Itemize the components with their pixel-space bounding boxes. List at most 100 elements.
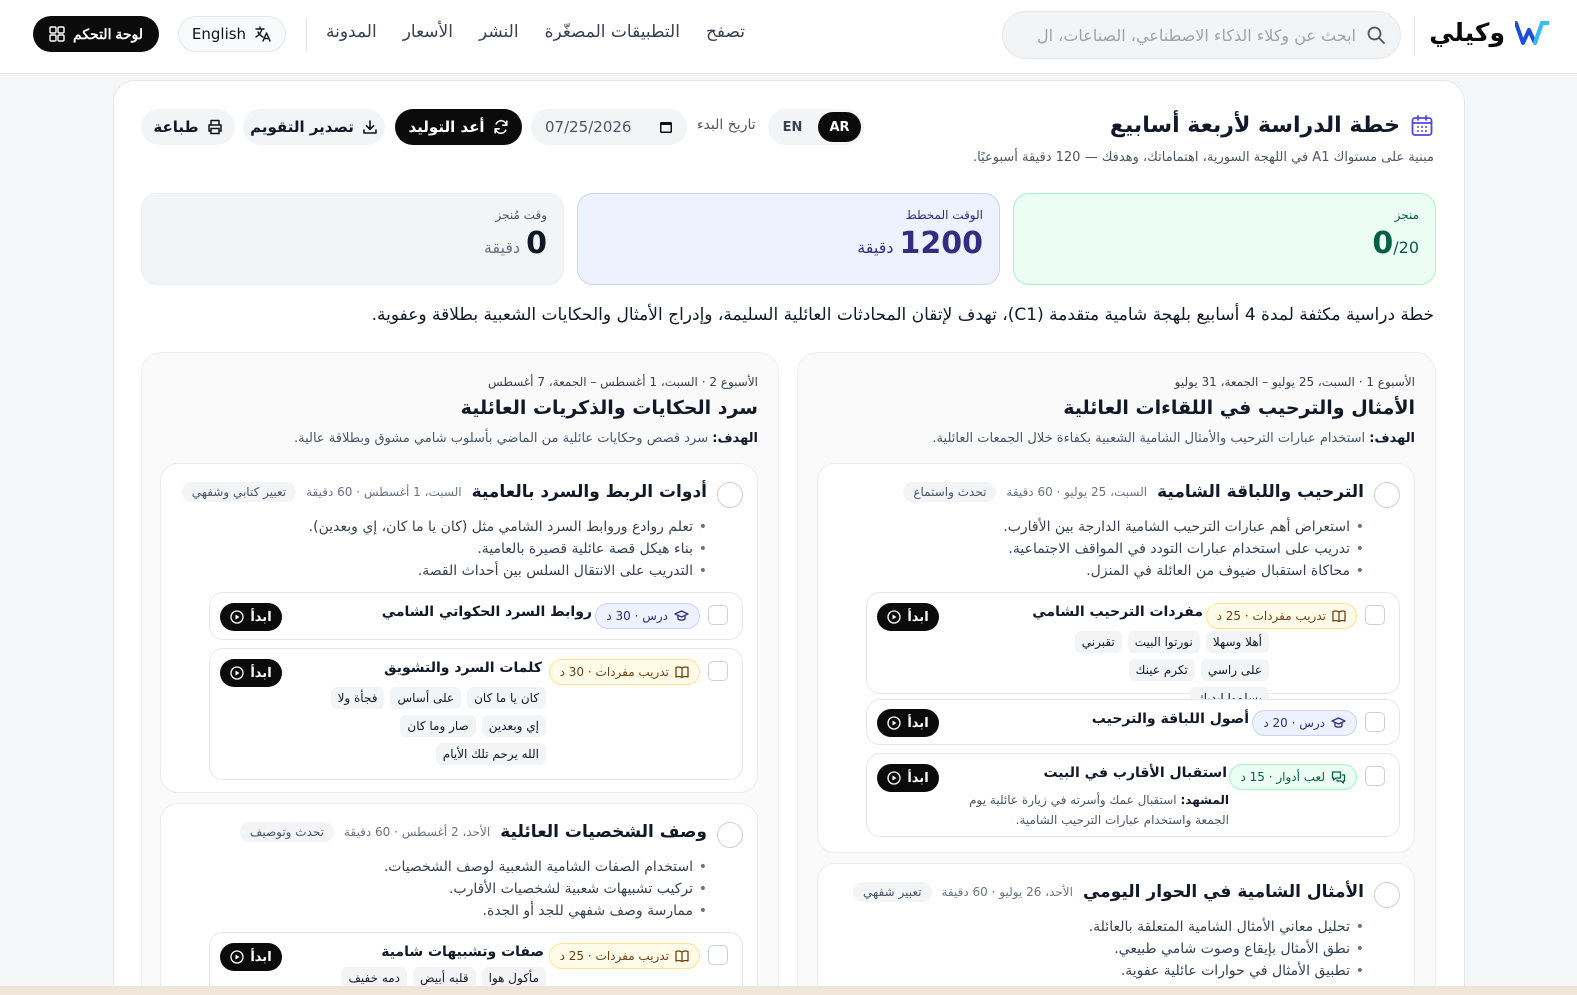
- activity-checkbox[interactable]: [1365, 766, 1385, 786]
- day-complete-checkbox[interactable]: [1374, 482, 1400, 508]
- activity-type-badge: درس · 20 د: [1252, 710, 1357, 736]
- plan-subtitle: مبنية على مستواك A1 في اللهجة السورية، ا…: [972, 150, 1434, 165]
- search-input[interactable]: [1017, 25, 1356, 45]
- refresh-icon: [493, 119, 508, 135]
- brand-logo[interactable]: وكيلي: [1429, 18, 1549, 47]
- day-meta: السبت، 25 يوليو · 60 دقيقة: [1006, 485, 1148, 499]
- nav-item-publish[interactable]: النشر: [479, 22, 519, 42]
- list-item: تعلم روادع وروابط السرد الشامي مثل (كان …: [309, 516, 708, 538]
- day-objectives: استعراض أهم عبارات الترحيب الشامية الدار…: [1003, 516, 1364, 582]
- activity-checkbox[interactable]: [708, 661, 728, 681]
- activity-card: تدريب مفردات · 30 د كلمات السرد والتشويق…: [209, 648, 743, 780]
- dashboard-button[interactable]: لوحة التحكم: [33, 16, 159, 52]
- vocab-chip: على أساس: [390, 687, 462, 709]
- stat-value: 0: [526, 226, 547, 261]
- activity-title: استقبال الأقارب في البيت: [1043, 765, 1227, 781]
- activity-type-badge: تدريب مفردات · 30 د: [548, 659, 700, 685]
- activity-type-label: تدريب مفردات · 25 د: [559, 949, 669, 963]
- brand-name: وكيلي: [1429, 18, 1505, 47]
- divider: [306, 18, 307, 52]
- list-item: بناء هيكل قصة عائلية قصيرة بالعامية.: [309, 538, 707, 560]
- activity-type-label: تدريب مفردات · 25 د: [1216, 609, 1326, 623]
- start-label: ابدأ: [907, 770, 929, 786]
- play-icon: [887, 716, 901, 730]
- page-title: خطة الدراسة لأربعة أسابيع: [1109, 113, 1400, 138]
- print-label: طباعة: [153, 118, 199, 136]
- activity-type-badge: تدريب مفردات · 25 د: [1205, 603, 1357, 629]
- vocab-chip: إي وبعدين: [481, 715, 546, 737]
- book-icon: [675, 666, 689, 679]
- brand-mark-icon: [1515, 20, 1549, 45]
- vocab-chip: فجأة ولا: [330, 687, 385, 709]
- book-icon: [675, 950, 689, 963]
- regenerate-button[interactable]: أعد التوليد: [395, 109, 522, 145]
- start-date-value: 07/25/2026: [545, 118, 632, 136]
- stat-label: الوقت المخطط: [905, 208, 983, 222]
- activity-checkbox[interactable]: [708, 605, 728, 625]
- nav-item-browse[interactable]: تصفح: [706, 22, 745, 42]
- list-item: تطبيق الأمثال في حوارات عائلية عفوية.: [1089, 960, 1364, 982]
- week-meta: الأسبوع 1 · السبت، 25 يوليو – الجمعة، 31…: [1174, 375, 1415, 389]
- day-title: وصف الشخصيات العائلية: [500, 822, 707, 842]
- start-activity-button[interactable]: ابدأ: [220, 603, 282, 631]
- start-activity-button[interactable]: ابدأ: [877, 603, 939, 631]
- chat-bubbles-icon: [1331, 771, 1346, 784]
- print-button[interactable]: طباعة: [141, 109, 235, 145]
- export-calendar-button[interactable]: تصدير التقويم: [243, 109, 385, 145]
- nav-item-mini-apps[interactable]: التطبيقات المصغّرة: [545, 22, 680, 42]
- vocab-words: كان يا ما كان على أساس فجأة ولا إي وبعدي…: [326, 687, 546, 765]
- start-label: ابدأ: [907, 609, 929, 625]
- start-activity-button[interactable]: ابدأ: [877, 709, 939, 737]
- activity-checkbox[interactable]: [1365, 712, 1385, 732]
- list-item: التدريب على الانتقال السلس بين أحداث الق…: [309, 560, 708, 582]
- day-complete-checkbox[interactable]: [717, 822, 743, 848]
- day-card: الأمثال الشامية في الحوار اليومي الأحد، …: [817, 863, 1415, 995]
- day-title: أدوات الربط والسرد بالعامية: [471, 482, 707, 502]
- vocab-chip: كان يا ما كان: [467, 687, 546, 709]
- nav-item-pricing[interactable]: الأسعار: [403, 22, 453, 42]
- skill-badge: تعبير كتابي وشفهي: [181, 482, 297, 502]
- stat-label: وقت مُنجز: [495, 208, 547, 222]
- stat-value-row: 0 دقيقة: [158, 226, 547, 261]
- vocab-chip: صار وما كان: [400, 715, 476, 737]
- activity-checkbox[interactable]: [708, 945, 728, 965]
- start-activity-button[interactable]: ابدأ: [220, 943, 282, 971]
- day-complete-checkbox[interactable]: [1374, 882, 1400, 908]
- roleplay-scene: المشهد: استقبال عمك وأسرته في زيارة عائل…: [949, 790, 1229, 830]
- start-activity-button[interactable]: ابدأ: [877, 764, 939, 792]
- calendar-picker-icon[interactable]: [659, 120, 673, 134]
- vocab-chip: على راسي: [1200, 659, 1269, 681]
- activity-type-badge: لعب أدوار · 15 د: [1229, 764, 1357, 790]
- stat-value: 1200: [899, 226, 984, 261]
- search-bar[interactable]: [1002, 11, 1401, 59]
- graduation-cap-icon: [674, 610, 689, 621]
- activity-type-label: درس · 30 د: [606, 609, 668, 623]
- start-date-input[interactable]: 07/25/2026: [531, 109, 687, 145]
- main-nav: تصفح التطبيقات المصغّرة النشر الأسعار ال…: [326, 22, 745, 42]
- activity-title: مفردات الترحيب الشامي: [1032, 604, 1203, 620]
- activity-checkbox[interactable]: [1365, 605, 1385, 625]
- day-meta: السبت، 1 أغسطس · 60 دقيقة: [306, 485, 462, 499]
- vocab-chip: الله يرحم تلك الأيام: [435, 743, 546, 765]
- stat-value: 0: [1372, 226, 1394, 261]
- day-complete-checkbox[interactable]: [717, 482, 743, 508]
- week-goal: الهدف: سرد قصص وحكايات عائلية من الماضي …: [294, 431, 758, 446]
- language-switch-button[interactable]: English: [178, 16, 286, 52]
- printer-icon: [207, 119, 222, 135]
- day-card: وصف الشخصيات العائلية الأحد، 2 أغسطس · 6…: [160, 803, 758, 995]
- activity-card: درس · 20 د أصول اللباقة والترحيب ابدأ: [866, 699, 1400, 745]
- divider: [1414, 16, 1415, 56]
- activity-card: لعب أدوار · 15 د استقبال الأقارب في البي…: [866, 753, 1400, 837]
- vocab-chip: تقبرني: [1074, 631, 1122, 653]
- list-item: استخدام الصفات الشامية الشعبية لوصف الشخ…: [384, 856, 707, 878]
- stat-value-row: 0/20: [1030, 226, 1419, 261]
- list-item: محاكاة استقبال ضيوف من العائلة في المنزل…: [1003, 560, 1364, 582]
- top-navbar: وكيلي تصفح التطبيقات المصغّرة النشر الأس…: [0, 0, 1577, 74]
- start-label: ابدأ: [907, 715, 929, 731]
- start-activity-button[interactable]: ابدأ: [220, 659, 282, 687]
- goal-text: سرد قصص وحكايات عائلية من الماضي بأسلوب …: [293, 431, 709, 446]
- goal-label: الهدف:: [1369, 431, 1415, 446]
- nav-item-blog[interactable]: المدونة: [326, 22, 377, 42]
- lang-option-en[interactable]: EN: [771, 112, 814, 142]
- lang-option-ar[interactable]: AR: [818, 112, 861, 142]
